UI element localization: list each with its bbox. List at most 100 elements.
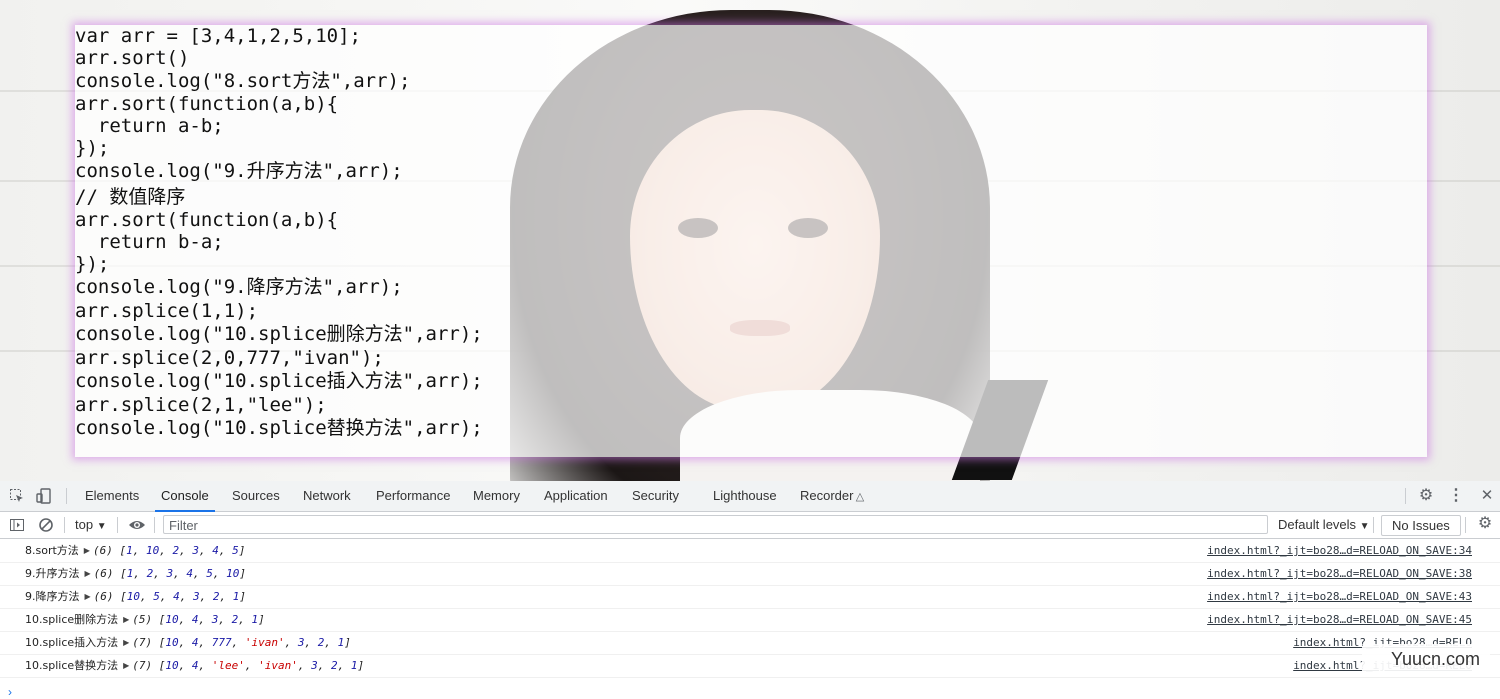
array-preview[interactable]: (7) [10, 4, 'lee', 'ivan', 3, 2, 1] bbox=[132, 659, 364, 672]
array-length: (7) bbox=[132, 659, 153, 672]
watermark: Yuucn.com bbox=[1362, 644, 1490, 674]
filter-input[interactable]: Filter bbox=[163, 515, 1268, 534]
array-preview[interactable]: (6) [1, 2, 3, 4, 5, 10] bbox=[94, 567, 246, 580]
array-item: 'lee' bbox=[211, 659, 245, 672]
divider bbox=[1373, 517, 1374, 533]
divider bbox=[117, 517, 118, 533]
issues-label: No Issues bbox=[1392, 518, 1450, 533]
code-line: arr.splice(2,1,"lee"); bbox=[75, 394, 327, 416]
code-line: arr.sort(function(a,b){ bbox=[75, 93, 339, 115]
tab-application[interactable]: Application bbox=[544, 481, 608, 511]
log-label: 10.splice删除方法 bbox=[25, 613, 119, 626]
devtools-tab-bar: Elements Console Sources Network Perform… bbox=[0, 481, 1500, 512]
console-settings-gear-icon[interactable]: ⚙ bbox=[1477, 516, 1493, 532]
code-line: }); bbox=[75, 137, 110, 159]
code-line: }); bbox=[75, 253, 110, 275]
context-selector-value: top bbox=[75, 517, 94, 532]
array-preview[interactable]: (7) [10, 4, 777, 'ivan', 3, 2, 1] bbox=[132, 636, 351, 649]
live-expression-eye-icon[interactable] bbox=[128, 517, 145, 533]
code-panel: var arr = [3,4,1,2,5,10]; arr.sort() con… bbox=[75, 25, 1427, 457]
code-line: arr.sort() bbox=[75, 47, 190, 69]
expand-triangle-icon[interactable]: ▶ bbox=[85, 592, 91, 601]
console-row: 10.splice插入方法 ▶ (7) [10, 4, 777, 'ivan', 3… bbox=[0, 631, 1500, 655]
expand-triangle-icon[interactable]: ▶ bbox=[85, 569, 91, 578]
array-item: 'ivan' bbox=[244, 636, 285, 649]
context-selector[interactable]: top ▼ bbox=[75, 512, 107, 538]
console-row: 10.splice替换方法 ▶ (7) [10, 4, 'lee', 'ivan',… bbox=[0, 654, 1500, 678]
console-row: 10.splice删除方法 ▶ (5) [10, 4, 3, 2, 1] index.… bbox=[0, 608, 1500, 632]
console-row: 8.sort方法 ▶ (6) [1, 10, 2, 3, 4, 5] index.ht… bbox=[0, 539, 1500, 563]
array-item: 4 bbox=[191, 659, 199, 672]
tab-sources[interactable]: Sources bbox=[232, 481, 280, 511]
array-item: 2 bbox=[231, 613, 239, 626]
code-line: arr.splice(1,1); bbox=[75, 300, 259, 322]
tab-lighthouse[interactable]: Lighthouse bbox=[713, 481, 777, 511]
console-log-entry: 9.降序方法 ▶ (6) [10, 5, 4, 3, 2, 1] bbox=[25, 585, 246, 609]
array-length: (6) bbox=[93, 567, 114, 580]
log-label: 9.升序方法 bbox=[25, 567, 80, 580]
code-line: console.log("10.splice插入方法",arr); bbox=[75, 370, 483, 392]
show-sidebar-icon[interactable] bbox=[9, 517, 25, 533]
array-preview[interactable]: (5) [10, 4, 3, 2, 1] bbox=[132, 613, 265, 626]
log-label: 10.splice替换方法 bbox=[25, 659, 119, 672]
array-item: 10 bbox=[165, 636, 179, 649]
array-item: 5 bbox=[206, 567, 213, 580]
array-length: (5) bbox=[132, 613, 153, 626]
array-preview[interactable]: (6) [10, 5, 4, 3, 2, 1] bbox=[94, 590, 246, 603]
page-viewport: var arr = [3,4,1,2,5,10]; arr.sort() con… bbox=[0, 0, 1500, 481]
array-item: 1 bbox=[126, 544, 133, 557]
array-preview[interactable]: (6) [1, 10, 2, 3, 4, 5] bbox=[93, 544, 245, 557]
expand-triangle-icon[interactable]: ▶ bbox=[84, 546, 90, 555]
close-icon[interactable]: ✕ bbox=[1479, 488, 1495, 504]
inspect-element-icon[interactable] bbox=[9, 488, 25, 504]
code-line: console.log("8.sort方法",arr); bbox=[75, 70, 411, 92]
console-log-entry: 10.splice替换方法 ▶ (7) [10, 4, 'lee', 'ivan',… bbox=[25, 654, 364, 678]
array-item: 3 bbox=[192, 544, 199, 557]
issues-button[interactable]: No Issues bbox=[1381, 515, 1461, 536]
divider bbox=[1405, 488, 1406, 504]
tab-elements[interactable]: Elements bbox=[85, 481, 139, 511]
tab-performance[interactable]: Performance bbox=[376, 481, 450, 511]
device-toolbar-icon[interactable] bbox=[36, 488, 52, 504]
code-line: var arr = [3,4,1,2,5,10]; bbox=[75, 25, 361, 47]
source-link[interactable]: index.html?_ijt=bo28…d=RELOAD_ON_SAVE:43 bbox=[1207, 585, 1472, 608]
console-row: 9.升序方法 ▶ (6) [1, 2, 3, 4, 5, 10] index.html… bbox=[0, 562, 1500, 586]
console-prompt-icon[interactable]: › bbox=[8, 685, 12, 699]
watermark-text: Yuucn.com bbox=[1390, 649, 1480, 669]
array-item: 2 bbox=[212, 590, 220, 603]
settings-gear-icon[interactable]: ⚙ bbox=[1418, 488, 1434, 504]
array-item: 4 bbox=[186, 567, 194, 580]
more-options-icon[interactable]: ⋮ bbox=[1448, 488, 1464, 504]
array-item: 3 bbox=[311, 659, 318, 672]
array-item: 'ivan' bbox=[258, 659, 298, 672]
tab-console[interactable]: Console bbox=[155, 481, 215, 512]
tab-security[interactable]: Security bbox=[632, 481, 679, 511]
source-link[interactable]: index.html?_ijt=bo28…d=RELOAD_ON_SAVE:34 bbox=[1207, 539, 1472, 562]
array-item: 10 bbox=[126, 590, 141, 603]
source-link[interactable]: index.html?_ijt=bo28…d=RELOAD_ON_SAVE:38 bbox=[1207, 562, 1472, 585]
array-item: 2 bbox=[172, 544, 180, 557]
expand-triangle-icon[interactable]: ▶ bbox=[123, 638, 129, 647]
clear-console-icon[interactable] bbox=[38, 517, 54, 533]
code-line: return a-b; bbox=[75, 115, 224, 137]
source-link[interactable]: index.html?_ijt=bo28…d=RELOAD_ON_SAVE:45 bbox=[1207, 608, 1472, 631]
array-item: 10 bbox=[165, 659, 179, 672]
log-levels-label: Default levels bbox=[1278, 517, 1357, 532]
console-log-entry: 8.sort方法 ▶ (6) [1, 10, 2, 3, 4, 5] bbox=[25, 539, 245, 563]
log-levels-dropdown[interactable]: Default levels ▼ bbox=[1278, 512, 1370, 538]
tab-recorder[interactable]: Recorder bbox=[800, 481, 853, 511]
filter-placeholder: Filter bbox=[169, 518, 198, 533]
tab-network[interactable]: Network bbox=[303, 481, 351, 511]
array-item: 1 bbox=[337, 636, 345, 649]
expand-triangle-icon[interactable]: ▶ bbox=[123, 661, 129, 670]
array-item: 2 bbox=[331, 659, 338, 672]
array-item: 1 bbox=[251, 613, 259, 626]
code-line: // 数值降序 bbox=[75, 186, 186, 208]
array-item: 2 bbox=[146, 567, 154, 580]
divider bbox=[1465, 517, 1466, 533]
array-item: 777 bbox=[211, 636, 232, 649]
dropdown-arrow-icon: ▼ bbox=[1359, 521, 1370, 532]
expand-triangle-icon[interactable]: ▶ bbox=[123, 615, 129, 624]
array-item: 4 bbox=[173, 590, 180, 603]
tab-memory[interactable]: Memory bbox=[473, 481, 520, 511]
